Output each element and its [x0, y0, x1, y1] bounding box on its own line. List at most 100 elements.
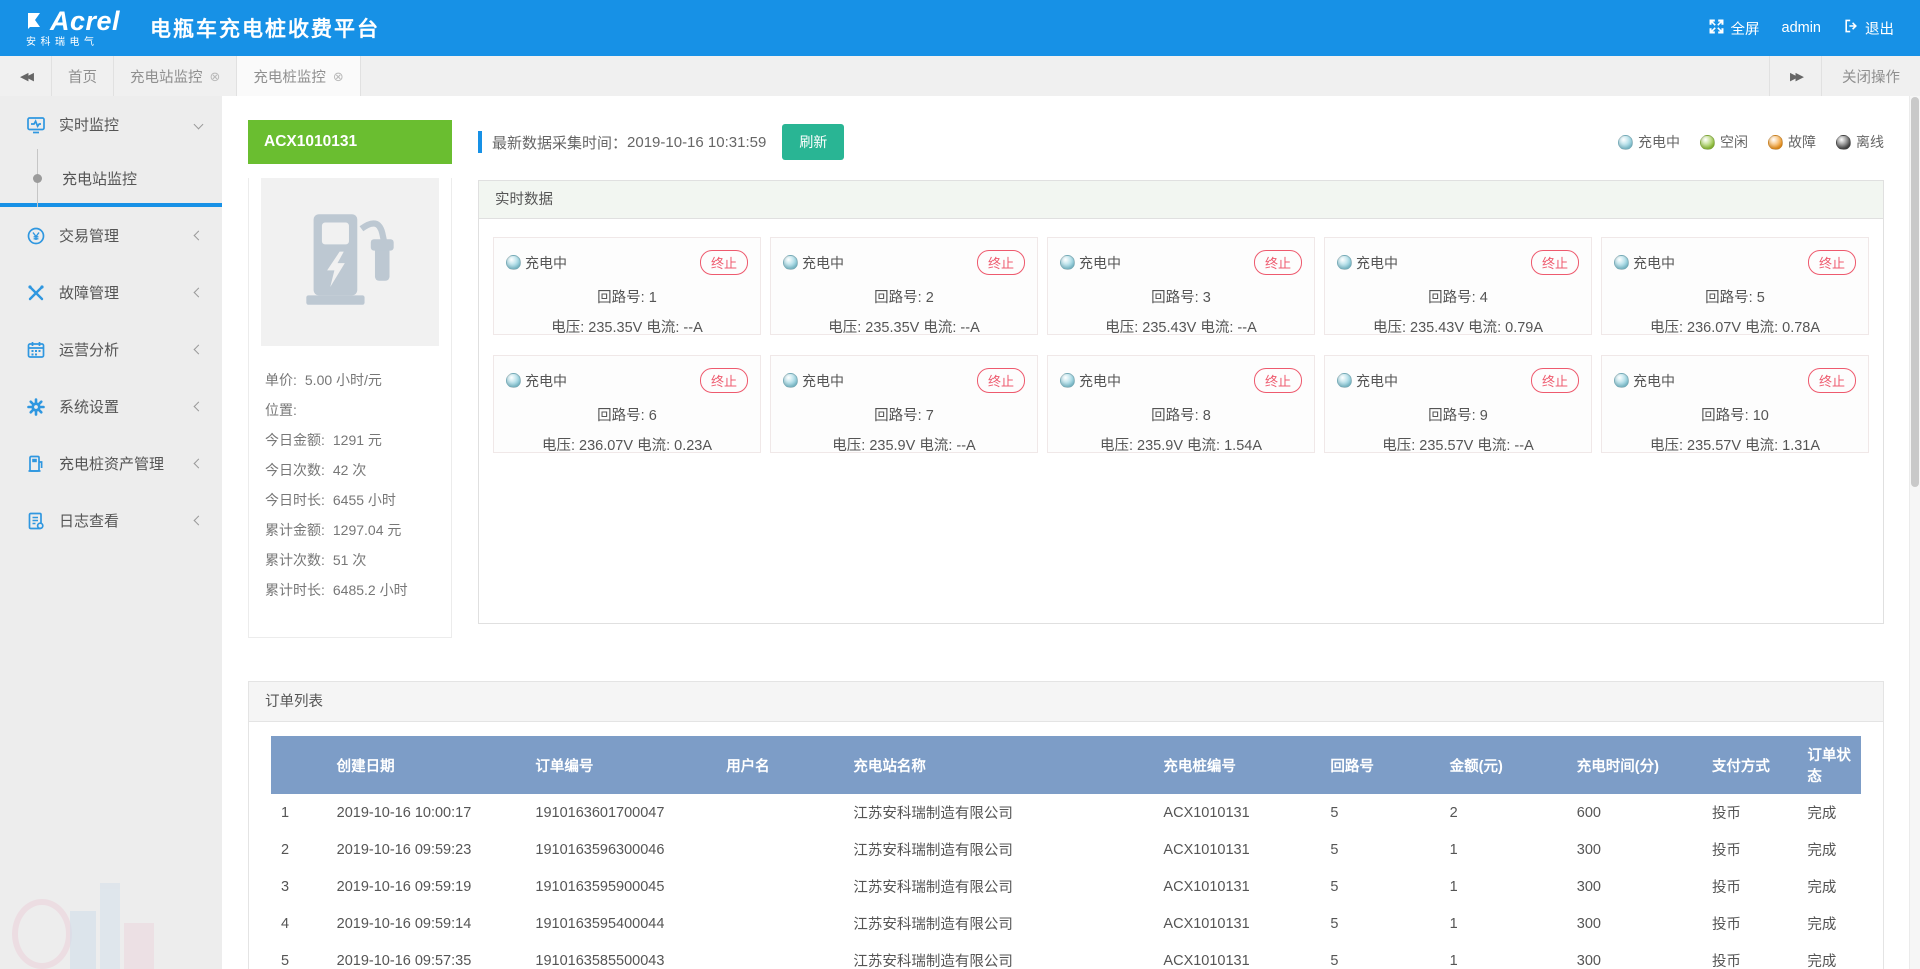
acrel-logo: Acrel 安科瑞电气 — [26, 8, 120, 48]
terminate-button[interactable]: 终止 — [977, 250, 1025, 275]
circuit-card-header: 充电中终止 — [1614, 368, 1856, 393]
terminate-button[interactable]: 终止 — [1254, 250, 1302, 275]
circuit-values: 电压: 235.9V 电流: 1.54A — [1060, 434, 1302, 455]
order-cell: 投币 — [1702, 905, 1797, 942]
order-cell: ACX1010131 — [1153, 905, 1320, 942]
terminate-button[interactable]: 终止 — [700, 368, 748, 393]
index-column-header — [271, 736, 327, 794]
realtime-panel-title: 实时数据 — [479, 181, 1883, 219]
sidebar-item-1[interactable]: 交易管理 — [0, 207, 222, 264]
tab-home[interactable]: 首页 — [52, 56, 114, 96]
circuit-card: 充电中终止回路号: 4电压: 235.43V 电流: 0.79A — [1324, 237, 1592, 335]
close-operations-button[interactable]: 关闭操作 — [1821, 56, 1920, 96]
circuit-number-value: 1 — [649, 290, 657, 306]
tabs-scroll-left-button[interactable]: ◀◀ — [0, 56, 52, 96]
order-cell: 5 — [1320, 868, 1439, 905]
collect-time-label: 最新数据采集时间： — [492, 132, 627, 153]
refresh-button[interactable]: 刷新 — [782, 124, 844, 160]
scrollbar-thumb[interactable] — [1911, 97, 1919, 487]
order-cell: 1 — [1440, 831, 1567, 868]
current-value: --A — [683, 320, 702, 336]
terminate-button[interactable]: 终止 — [700, 250, 748, 275]
current-value: --A — [1237, 320, 1256, 336]
circuit-number: 回路号: 10 — [1614, 404, 1856, 425]
charging-status-icon — [1337, 255, 1352, 270]
terminate-button[interactable]: 终止 — [1808, 368, 1856, 393]
pile-stat-row: 今日次数:42 次 — [265, 460, 443, 480]
stat-value: 5.00 小时/元 — [305, 372, 382, 388]
order-cell: 2019-10-16 09:59:19 — [327, 868, 526, 905]
fault-icon — [26, 283, 46, 303]
vertical-scrollbar[interactable] — [1909, 96, 1920, 969]
sidebar-item-6[interactable]: 日志查看 — [0, 492, 222, 549]
order-cell: ACX1010131 — [1153, 794, 1320, 831]
chevron-left-icon — [194, 345, 204, 355]
voltage-value: 236.07V — [579, 438, 633, 454]
terminate-button[interactable]: 终止 — [1531, 250, 1579, 275]
stat-value: 6455 小时 — [333, 492, 396, 508]
order-cell — [716, 831, 843, 868]
terminate-button[interactable]: 终止 — [1531, 368, 1579, 393]
order-cell — [716, 905, 843, 942]
logout-button[interactable]: 退出 — [1843, 18, 1894, 39]
tab-2[interactable]: 充电桩监控⊗ — [237, 56, 360, 96]
terminate-button[interactable]: 终止 — [1254, 368, 1302, 393]
pile-stat-row: 今日金额:1291 元 — [265, 430, 443, 450]
order-cell: 2019-10-16 09:59:23 — [327, 831, 526, 868]
circuit-status-label: 充电中 — [1633, 253, 1675, 273]
tabs-scroll-right-button[interactable]: ▶▶ — [1769, 56, 1821, 96]
order-cell: 1 — [1440, 905, 1567, 942]
fullscreen-button[interactable]: 全屏 — [1708, 18, 1760, 39]
circuit-status-label: 充电中 — [1079, 253, 1121, 273]
circuit-number-label: 回路号: — [1428, 290, 1476, 306]
order-cell: 完成 — [1797, 868, 1861, 905]
sidebar-subitem-0[interactable]: 充电站监控 — [0, 153, 222, 203]
circuit-status-label: 充电中 — [1356, 253, 1398, 273]
circuit-number: 回路号: 3 — [1060, 286, 1302, 307]
order-list-panel: 订单列表 创建日期订单编号用户名充电站名称充电桩编号回路号金额(元)充电时间(分… — [248, 681, 1884, 969]
sidebar-item-5[interactable]: 充电桩资产管理 — [0, 435, 222, 492]
tab-close-icon[interactable]: ⊗ — [210, 70, 221, 83]
terminate-button[interactable]: 终止 — [977, 368, 1025, 393]
column-header: 充电站名称 — [843, 736, 1153, 794]
chevron-left-icon — [194, 516, 204, 526]
legend-label: 离线 — [1856, 132, 1884, 152]
voltage-value: 235.43V — [1142, 320, 1196, 336]
circuit-number: 回路号: 1 — [506, 286, 748, 307]
logout-icon — [1843, 18, 1859, 38]
order-cell: 1910163585500043 — [525, 942, 716, 969]
voltage-value: 235.57V — [1419, 438, 1473, 454]
chevron-down-icon — [194, 120, 204, 130]
charging-status-icon — [1614, 373, 1629, 388]
legend-label: 充电中 — [1638, 132, 1680, 152]
order-cell: 2019-10-16 10:00:17 — [327, 794, 526, 831]
sidebar-item-3[interactable]: 运营分析 — [0, 321, 222, 378]
order-list-title: 订单列表 — [249, 682, 1883, 722]
table-header-row: 创建日期订单编号用户名充电站名称充电桩编号回路号金额(元)充电时间(分)支付方式… — [271, 736, 1861, 794]
order-cell: 完成 — [1797, 831, 1861, 868]
sidebar-item-2[interactable]: 故障管理 — [0, 264, 222, 321]
order-cell: ACX1010131 — [1153, 831, 1320, 868]
orders-table: 创建日期订单编号用户名充电站名称充电桩编号回路号金额(元)充电时间(分)支付方式… — [271, 736, 1861, 969]
circuit-number-value: 10 — [1753, 408, 1769, 424]
current-value: --A — [960, 320, 979, 336]
circuit-values: 电压: 235.9V 电流: --A — [783, 434, 1025, 455]
sidebar-item-0[interactable]: 实时监控 — [0, 96, 222, 153]
current-label: 电流: — [1477, 438, 1510, 454]
page-title: 电瓶车充电桩收费平台 — [150, 13, 380, 43]
legend-dot-icon — [1836, 135, 1851, 150]
current-label: 电流: — [923, 320, 956, 336]
tab-1[interactable]: 充电站监控⊗ — [114, 56, 237, 96]
order-cell: 完成 — [1797, 942, 1861, 969]
legend-item-1: 空闲 — [1700, 132, 1748, 152]
terminate-button[interactable]: 终止 — [1808, 250, 1856, 275]
circuit-values: 电压: 235.35V 电流: --A — [506, 316, 748, 337]
sidebar-item-4[interactable]: 系统设置 — [0, 378, 222, 435]
stat-label: 今日金额: — [265, 432, 325, 448]
voltage-value: 235.57V — [1687, 438, 1741, 454]
stat-label: 单价: — [265, 372, 297, 388]
tab-close-icon[interactable]: ⊗ — [333, 70, 344, 83]
user-menu[interactable]: admin — [1782, 20, 1822, 36]
circuit-number-value: 4 — [1480, 290, 1488, 306]
circuit-card-header: 充电中终止 — [783, 368, 1025, 393]
